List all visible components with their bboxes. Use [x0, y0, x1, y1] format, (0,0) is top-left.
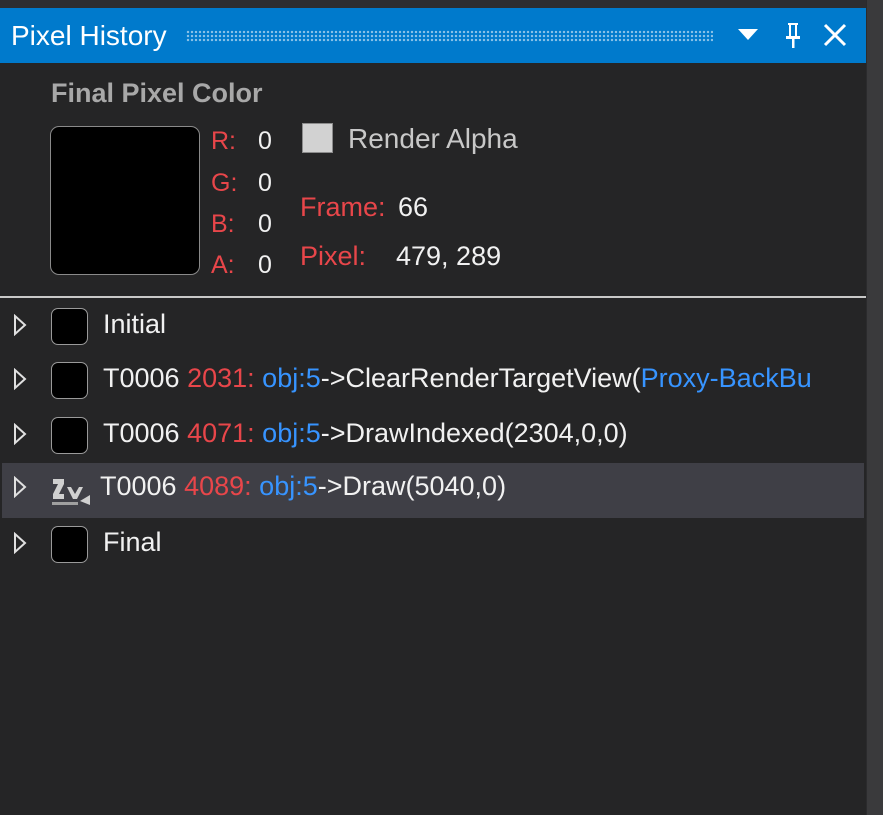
api-call: DrawIndexed(2304,0,0): [345, 418, 628, 448]
frame-label: Frame:: [300, 192, 386, 222]
event-id: 4071:: [187, 418, 255, 448]
expand-triangle-icon[interactable]: [13, 423, 27, 445]
final-pixel-color-heading: Final Pixel Color: [51, 78, 263, 108]
thread-id: T0006: [103, 418, 180, 448]
object-link[interactable]: obj:5: [259, 471, 318, 501]
close-icon: [823, 23, 847, 47]
thread-id: T0006: [103, 363, 180, 393]
pin-icon: [786, 23, 800, 48]
arrow: ->: [320, 363, 346, 393]
top-strip: [0, 0, 866, 8]
window-title: Pixel History: [11, 19, 167, 51]
expand-triangle-icon[interactable]: [13, 314, 27, 336]
event-row-draw[interactable]: T0006 4089: obj:5->Draw(5040,0): [2, 463, 864, 518]
event-color-swatch: [51, 308, 88, 345]
event-id: 4089:: [184, 471, 252, 501]
object-link[interactable]: obj:5: [262, 418, 321, 448]
arrow: ->: [320, 418, 346, 448]
event-call-text: T0006 2031: obj:5->ClearRenderTargetView…: [103, 363, 812, 394]
triangle-down-icon: [738, 29, 758, 40]
divider: [0, 296, 866, 298]
event-color-swatch: [51, 362, 88, 399]
pixel-history-window: Pixel History Final Pixel Color R: 0 G: …: [0, 0, 866, 815]
event-row-final[interactable]: Final: [2, 519, 864, 574]
pin-button[interactable]: [776, 18, 810, 52]
adjacent-panel-edge: [866, 0, 883, 815]
pixel-value: 479, 289: [396, 241, 502, 271]
blue-channel-value: 0: [258, 210, 272, 238]
event-row-clear[interactable]: T0006 2031: obj:5->ClearRenderTargetView…: [2, 355, 864, 410]
arrow: ->: [317, 471, 343, 501]
blue-channel-label: B:: [211, 210, 235, 238]
frame-value: 66: [398, 192, 429, 222]
expand-triangle-icon[interactable]: [13, 476, 27, 498]
final-color-swatch: [50, 126, 200, 275]
event-label: Final: [103, 527, 162, 557]
event-color-swatch: [51, 526, 88, 563]
draw-call-icon: [52, 479, 90, 505]
render-alpha-checkbox[interactable]: [302, 123, 333, 153]
green-channel-value: 0: [258, 169, 272, 197]
event-call-text: T0006 4071: obj:5->DrawIndexed(2304,0,0): [103, 418, 628, 449]
title-bar[interactable]: Pixel History: [0, 8, 866, 63]
render-alpha-label[interactable]: Render Alpha: [348, 123, 518, 155]
api-call: ClearRenderTargetView(: [345, 363, 641, 393]
thread-id: T0006: [100, 471, 177, 501]
close-button[interactable]: [818, 18, 852, 52]
pixel-label: Pixel:: [300, 241, 367, 271]
api-call: Draw(5040,0): [342, 471, 507, 501]
expand-triangle-icon[interactable]: [13, 532, 27, 554]
alpha-channel-label: A:: [211, 251, 235, 279]
event-label: Initial: [103, 309, 167, 339]
event-color-swatch: [51, 417, 88, 454]
event-row-initial[interactable]: Initial: [2, 301, 864, 356]
object-link[interactable]: obj:5: [262, 363, 321, 393]
red-channel-value: 0: [258, 127, 272, 155]
expand-triangle-icon[interactable]: [13, 368, 27, 390]
event-call-text: T0006 4089: obj:5->Draw(5040,0): [100, 471, 506, 502]
alpha-channel-value: 0: [258, 251, 272, 279]
event-id: 2031:: [187, 363, 255, 393]
window-position-dropdown-button[interactable]: [731, 18, 765, 52]
event-row-drawindexed[interactable]: T0006 4071: obj:5->DrawIndexed(2304,0,0): [2, 410, 864, 465]
final-pixel-panel: Final Pixel Color R: 0 G: 0 B: 0 A: 0 Re…: [0, 63, 866, 296]
argument-link[interactable]: Proxy-BackBu: [641, 363, 812, 393]
drag-grip[interactable]: [185, 29, 713, 42]
green-channel-label: G:: [211, 169, 238, 197]
red-channel-label: R:: [211, 127, 236, 155]
